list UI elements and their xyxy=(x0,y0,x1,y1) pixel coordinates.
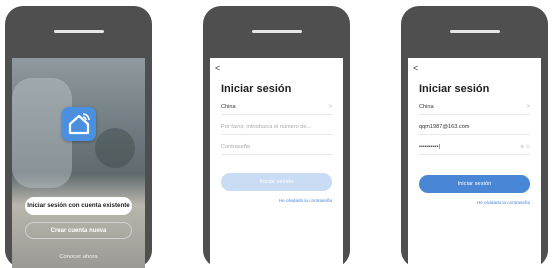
forgot-password-link[interactable]: He olvidado la contraseña xyxy=(477,200,530,205)
phone-speaker xyxy=(449,30,500,33)
country-value: China xyxy=(221,104,236,110)
country-value: China xyxy=(419,104,434,110)
page-title: Iniciar sesión xyxy=(419,83,490,95)
forgot-password-link[interactable]: He olvidado la contraseña xyxy=(279,198,332,203)
login-button[interactable]: Iniciar sesión xyxy=(221,173,332,191)
country-select[interactable]: China > xyxy=(419,100,530,115)
account-placeholder: Por favor, introduzca el número de... xyxy=(221,124,312,130)
password-input[interactable]: Contraseña xyxy=(221,140,332,155)
smart-home-logo-icon xyxy=(61,107,96,141)
login-existing-account-button[interactable]: Iniciar sesión con cuenta existente xyxy=(25,197,132,215)
login-screen-empty: < Iniciar sesión China > Por favor, intr… xyxy=(210,58,343,268)
phone-speaker xyxy=(53,30,104,33)
password-value: ••••••••••| xyxy=(419,144,441,150)
account-input[interactable]: Por favor, introduzca el número de... xyxy=(221,120,332,135)
welcome-screen: Iniciar sesión con cuenta existente Crea… xyxy=(12,58,145,268)
phone-frame-3: < Iniciar sesión China > qqm1987@163.com… xyxy=(401,6,548,268)
clear-and-visibility-icon[interactable]: ⊗ ⊙ xyxy=(520,140,530,154)
back-arrow-icon[interactable]: < xyxy=(215,64,220,73)
phone-frame-1: Iniciar sesión con cuenta existente Crea… xyxy=(5,6,152,268)
create-account-button[interactable]: Crear cuenta nueva xyxy=(25,222,132,239)
page-title: Iniciar sesión xyxy=(221,83,292,95)
login-button[interactable]: Iniciar sesión xyxy=(419,175,530,193)
country-select[interactable]: China > xyxy=(221,100,332,115)
chevron-right-icon: > xyxy=(526,104,530,110)
password-placeholder: Contraseña xyxy=(221,144,250,150)
login-screen-filled: < Iniciar sesión China > qqm1987@163.com… xyxy=(408,58,541,268)
account-input[interactable]: qqm1987@163.com xyxy=(419,120,530,135)
password-input[interactable]: ••••••••••| ⊗ ⊙ xyxy=(419,140,530,155)
try-now-link[interactable]: Conocer ahora xyxy=(12,254,145,260)
chevron-right-icon: > xyxy=(328,104,332,110)
back-arrow-icon[interactable]: < xyxy=(413,64,418,73)
phone-speaker xyxy=(251,30,302,33)
phone-frame-2: < Iniciar sesión China > Por favor, intr… xyxy=(203,6,350,268)
background-shape xyxy=(95,128,135,168)
account-value: qqm1987@163.com xyxy=(419,124,470,130)
